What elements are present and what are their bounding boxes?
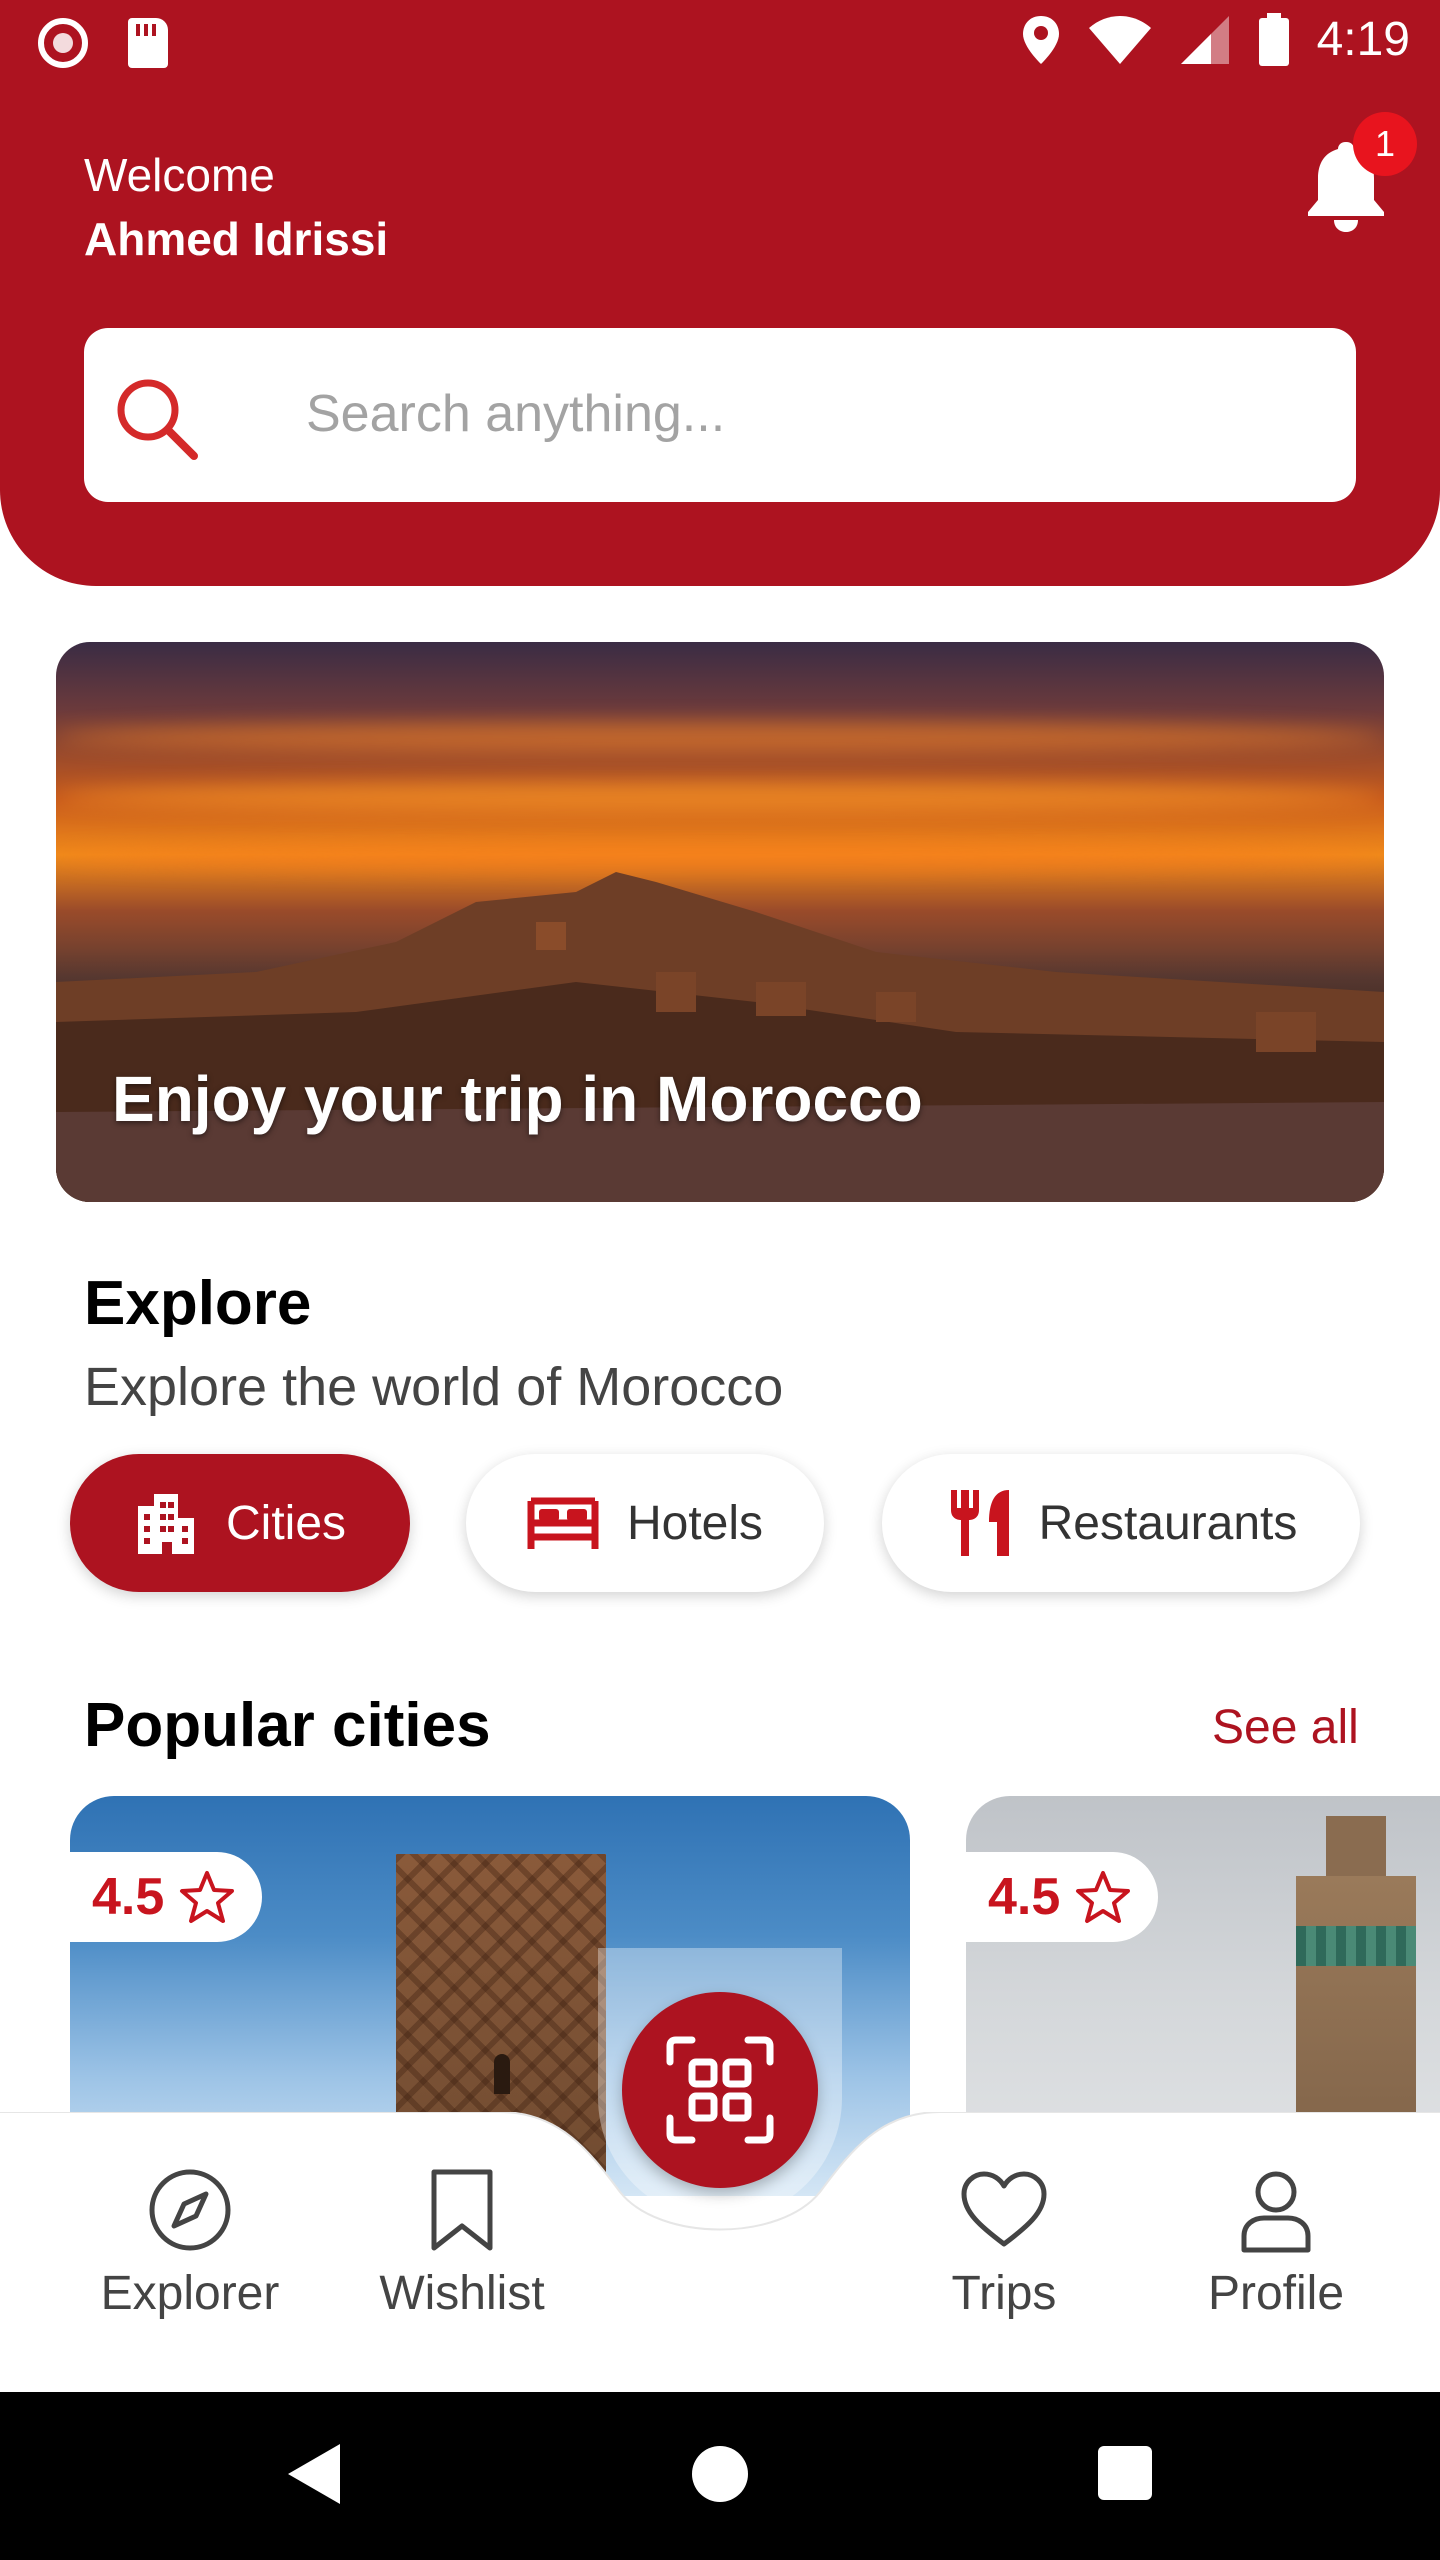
welcome-label: Welcome [84,149,275,201]
chip-cities[interactable]: Cities [70,1454,410,1592]
see-all-link[interactable]: See all [1212,1700,1359,1755]
explore-title: Explore [84,1269,312,1338]
home-icon[interactable] [692,2446,748,2502]
nav-explorer[interactable]: Explorer [70,2166,310,2321]
restaurant-icon [950,1490,1009,1556]
qr-scan-button[interactable] [622,1992,818,2188]
chip-hotels-label: Hotels [626,1496,764,1550]
user-icon [1241,2171,1311,2253]
user-name: Ahmed Idrissi [84,213,389,265]
compass-icon [149,2169,231,2251]
nav-trips-label: Trips [951,2267,1057,2320]
popular-cities-title: Popular cities [84,1691,491,1760]
chip-hotels[interactable]: Hotels [466,1454,824,1592]
rating-value: 4.5 [988,1868,1061,1926]
nav-explorer-label: Explorer [100,2267,280,2320]
nav-wishlist-label: Wishlist [379,2267,545,2320]
nav-trips[interactable]: Trips [884,2166,1124,2321]
back-icon[interactable] [288,2444,340,2504]
chip-cities-label: Cities [225,1496,347,1550]
header: 4:19 Welcome Ahmed Idrissi 1 Search anyt… [0,0,1440,586]
qr-scan-icon [666,2036,774,2144]
location-icon [1022,15,1059,64]
bed-icon [527,1497,599,1549]
rating-value: 4.5 [92,1868,165,1926]
recent-apps-icon[interactable] [1098,2446,1152,2500]
hero-title: Enjoy your trip in Morocco [112,1063,923,1135]
app-screen: 4:19 Welcome Ahmed Idrissi 1 Search anyt… [0,0,1440,2560]
status-bar: 4:19 [0,0,1440,84]
star-icon [1076,1871,1131,1923]
heart-icon [961,2171,1047,2247]
wifi-icon [1088,15,1151,64]
nav-profile[interactable]: Profile [1156,2166,1396,2321]
kasbah-landscape-image [56,872,1384,1202]
bookmark-icon [431,2169,493,2251]
rating-badge: 4.5 [70,1852,263,1942]
notification-badge: 1 [1353,112,1417,176]
search-input[interactable]: Search anything... [306,384,725,444]
city-icon [137,1494,194,1554]
hero-banner[interactable]: Enjoy your trip in Morocco [56,642,1384,1202]
system-navigation-bar [0,2392,1440,2560]
screen-record-icon [38,18,88,68]
search-icon [117,379,198,460]
star-icon [180,1871,235,1923]
signal-icon [1180,15,1229,64]
rating-badge: 4.5 [966,1852,1159,1942]
chip-restaurants[interactable]: Restaurants [882,1454,1360,1592]
nav-wishlist[interactable]: Wishlist [342,2166,582,2321]
sd-card-icon [128,18,168,68]
status-time: 4:19 [1316,13,1410,66]
explore-subtitle: Explore the world of Morocco [84,1357,784,1417]
nav-profile-label: Profile [1207,2267,1345,2320]
search-bar[interactable]: Search anything... [84,328,1356,502]
battery-icon [1258,12,1289,66]
chip-restaurants-label: Restaurants [1038,1496,1298,1550]
